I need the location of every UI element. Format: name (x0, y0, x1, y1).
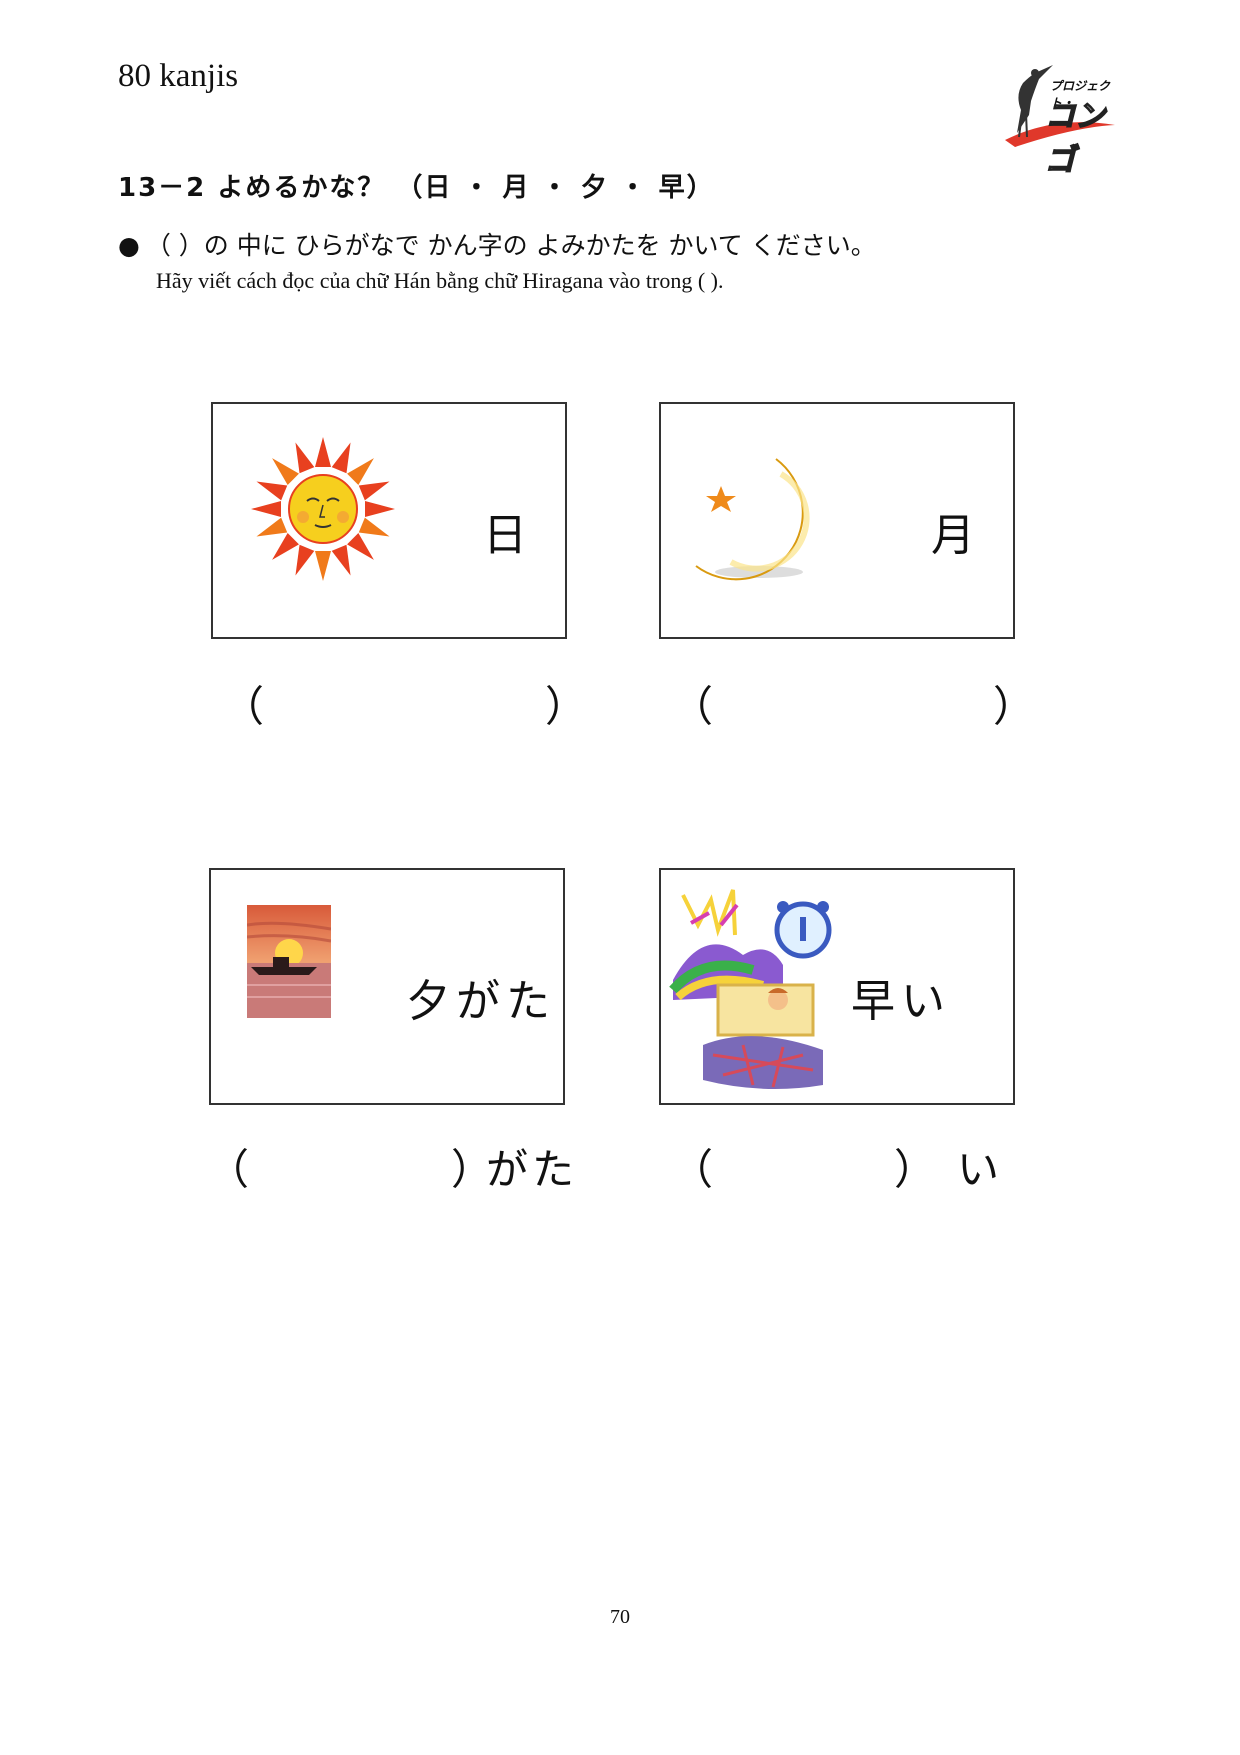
bullet-icon: ● (118, 231, 140, 260)
answer-close-paren: ） (993, 682, 1036, 731)
logo-text-main: コンゴ (1044, 98, 1106, 179)
book-title: 80 kanjis (118, 58, 239, 94)
sun-icon (251, 437, 395, 581)
answer-close-paren: ） (545, 682, 588, 731)
answer-open-paren: （ (222, 682, 265, 731)
section-heading: 13－2 よめるかな？ （日 ・ 月 ・ 夕 ・ 早） (118, 173, 715, 203)
project-logo: プロジェクト・ コンゴ (995, 55, 1125, 179)
instruction-japanese-text: （ ）の 中に ひらがなで かん字の よみかたを かいて ください。 (145, 231, 876, 260)
kanji-word: 日 (483, 510, 533, 561)
card-sun: 日 (211, 402, 567, 639)
wake-up-icon (669, 889, 832, 1089)
kanji-word: 夕がた (406, 976, 556, 1027)
page-number: 70 (610, 1606, 630, 1628)
answer-suffix: い (957, 1145, 1000, 1194)
answer-open-paren: （ (671, 1145, 714, 1194)
kanji-word: 早い (851, 976, 951, 1027)
instruction-vietnamese: Hãy viết cách đọc của chữ Hán bằng chữ H… (156, 268, 724, 293)
answer-suffix: がた (486, 1145, 579, 1194)
sunset-icon (247, 905, 331, 1018)
answer-open-paren: （ (207, 1145, 250, 1194)
card-moon: 月 (659, 402, 1015, 639)
instruction-japanese: ● （ ）の 中に ひらがなで かん字の よみかたを かいて ください。 (118, 226, 876, 262)
moon-icon (695, 458, 810, 581)
answer-open-paren: （ (671, 682, 714, 731)
kanji-word: 月 (931, 510, 981, 561)
card-wake-up: 早い (659, 868, 1015, 1105)
card-sunset: 夕がた (209, 868, 565, 1105)
answer-close-paren: ） (894, 1145, 937, 1194)
